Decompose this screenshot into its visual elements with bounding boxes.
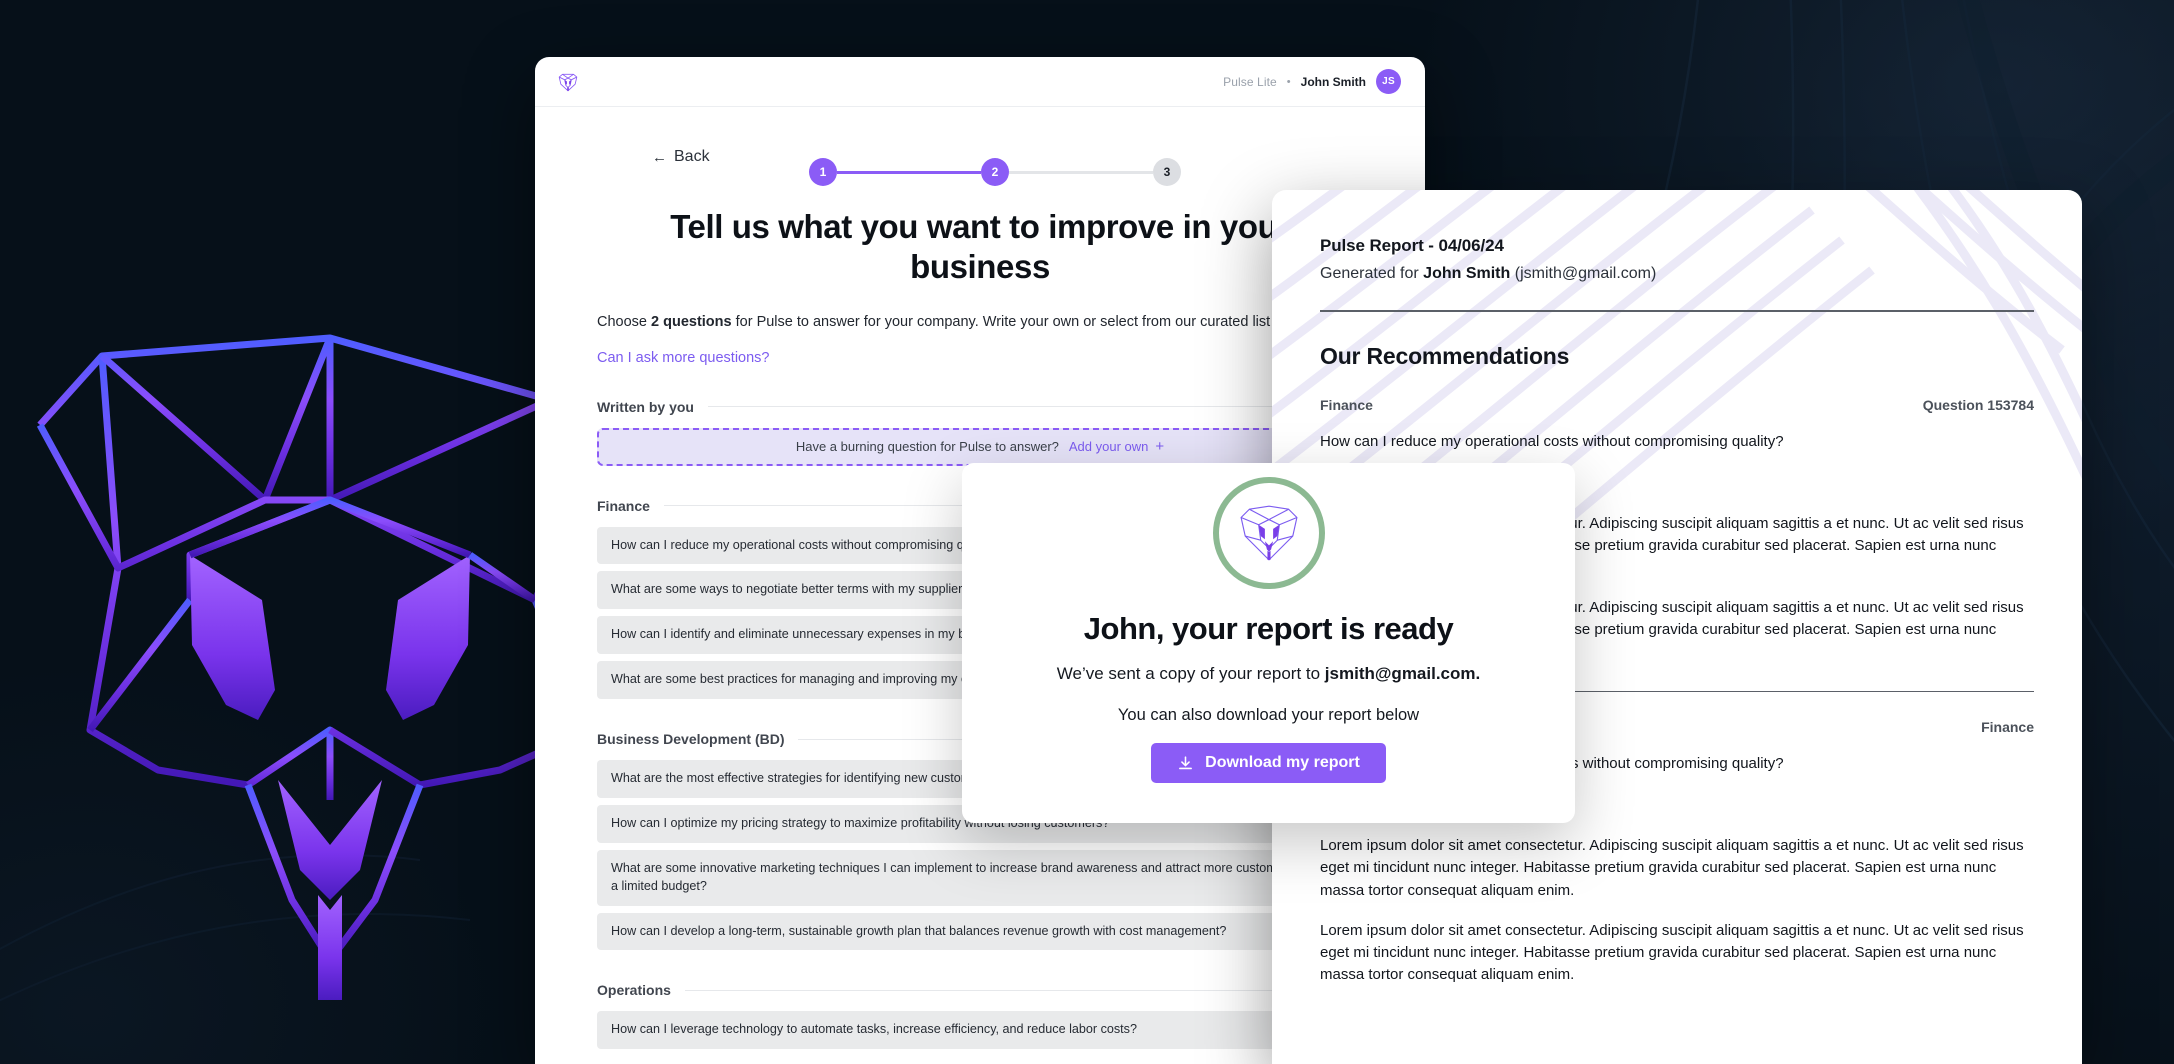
- step-3[interactable]: 3: [1153, 158, 1181, 186]
- question-list-operations: How can I leverage technology to automat…: [597, 1011, 1363, 1050]
- recommendation-paragraph: Lorem ipsum dolor sit amet consectetur. …: [1320, 837, 2024, 899]
- report-divider: [1320, 310, 2034, 312]
- modal-title: John, your report is ready: [1083, 611, 1454, 646]
- section-header-written-by-you: Written by you: [597, 399, 1363, 415]
- step-1[interactable]: 1: [809, 158, 837, 186]
- avatar[interactable]: JS: [1376, 69, 1401, 94]
- add-your-own-label: Add your own: [1068, 439, 1149, 455]
- report-ready-modal: John, your report is ready We’ve sent a …: [962, 463, 1575, 823]
- plus-icon: +: [1155, 438, 1165, 456]
- ask-more-questions-link[interactable]: Can I ask more questions?: [597, 350, 769, 366]
- entry-category: Finance: [1981, 719, 2034, 736]
- download-icon: [1179, 755, 1193, 769]
- modal-sent-prefix: We’ve sent a copy of your report to: [1056, 664, 1325, 683]
- subtext-after: for Pulse to answer for your company. Wr…: [731, 313, 1316, 330]
- download-button-label: Download my report: [1205, 754, 1360, 771]
- back-button-label: Back: [674, 148, 710, 165]
- screen: Pulse Lite • John Smith JS ← Back 1 2 3 …: [0, 0, 2174, 1064]
- subtext-before: Choose: [597, 313, 652, 330]
- question-text: What are some innovative marketing techn…: [611, 860, 1312, 893]
- step-connector-2: [1009, 170, 1153, 174]
- entry-question: How can I reduce my operational costs wi…: [1320, 432, 1784, 450]
- section-label: Finance: [597, 497, 650, 514]
- subtext-bold: 2 questions: [651, 313, 732, 330]
- download-my-report-button[interactable]: Download my report: [1151, 743, 1386, 783]
- pulse-panther-logo-icon[interactable]: [557, 71, 579, 93]
- section-rule: [684, 989, 1363, 991]
- panther-wireframe-artwork: [36, 334, 590, 1000]
- section-label: Operations: [597, 982, 671, 999]
- modal-sent-line: We’ve sent a copy of your report to jsmi…: [962, 664, 1575, 684]
- entry-question-id: Question 153784: [1922, 396, 2034, 413]
- back-arrow-icon: ←: [652, 148, 667, 166]
- question-text: How can I reduce my operational costs wi…: [611, 537, 1001, 552]
- page-subtext: Choose 2 questions for Pulse to answer f…: [597, 312, 1363, 333]
- section-rule: [707, 406, 1363, 408]
- recommendation-paragraph: Lorem ipsum dolor sit amet consectetur. …: [1320, 921, 2024, 984]
- section-header-operations: Operations: [597, 982, 1363, 998]
- report-title: Pulse Report - 04/06/24: [1320, 236, 1504, 255]
- step-2[interactable]: 2: [981, 158, 1009, 186]
- own-question-prompt: Have a burning question for Pulse to ans…: [795, 439, 1059, 455]
- page-title: Tell us what you want to improve in your…: [670, 208, 1290, 286]
- app-header: Pulse Lite • John Smith JS: [535, 57, 1425, 107]
- modal-sent-email: jsmith@gmail.com.: [1324, 664, 1481, 683]
- report-generated-for: Generated for John Smith (jsmith@gmail.c…: [1320, 265, 2034, 283]
- step-connector-1: [837, 170, 981, 174]
- step-list: 1 2 3: [779, 158, 1181, 186]
- report-entry-meta-1: Finance Question 153784: [1320, 397, 2034, 413]
- list-item[interactable]: How can I leverage technology to automat…: [597, 1011, 1363, 1050]
- modal-logo-ring: [1212, 477, 1325, 589]
- list-item[interactable]: How can I develop a long-term, sustainab…: [597, 912, 1363, 951]
- generated-email: (jsmith@gmail.com): [1514, 265, 1657, 282]
- report-section-heading: Our Recommendations: [1320, 342, 1570, 369]
- header-user-area: Pulse Lite • John Smith JS: [1223, 69, 1401, 94]
- list-item[interactable]: What are some innovative marketing techn…: [597, 849, 1363, 906]
- question-text: How can I leverage technology to automat…: [611, 1022, 1137, 1037]
- plan-label: Pulse Lite: [1223, 74, 1277, 89]
- user-name: John Smith: [1300, 74, 1366, 89]
- section-label: Written by you: [597, 398, 694, 415]
- entry-category: Finance: [1320, 396, 1373, 413]
- add-your-own-button[interactable]: Add your own +: [1069, 439, 1164, 454]
- header-separator: •: [1286, 75, 1291, 88]
- section-label: Business Development (BD): [597, 731, 785, 748]
- generated-name: John Smith: [1423, 265, 1511, 282]
- add-your-own-question-row[interactable]: Have a burning question for Pulse to ans…: [597, 427, 1363, 466]
- question-text: How can I develop a long-term, sustainab…: [611, 923, 1227, 938]
- modal-download-hint: You can also download your report below: [1117, 706, 1420, 724]
- pulse-panther-logo-icon: [1240, 505, 1297, 561]
- step-indicator-bar: ← Back 1 2 3: [535, 107, 1425, 203]
- back-button[interactable]: ← Back: [652, 148, 710, 166]
- generated-prefix: Generated for: [1320, 265, 1424, 282]
